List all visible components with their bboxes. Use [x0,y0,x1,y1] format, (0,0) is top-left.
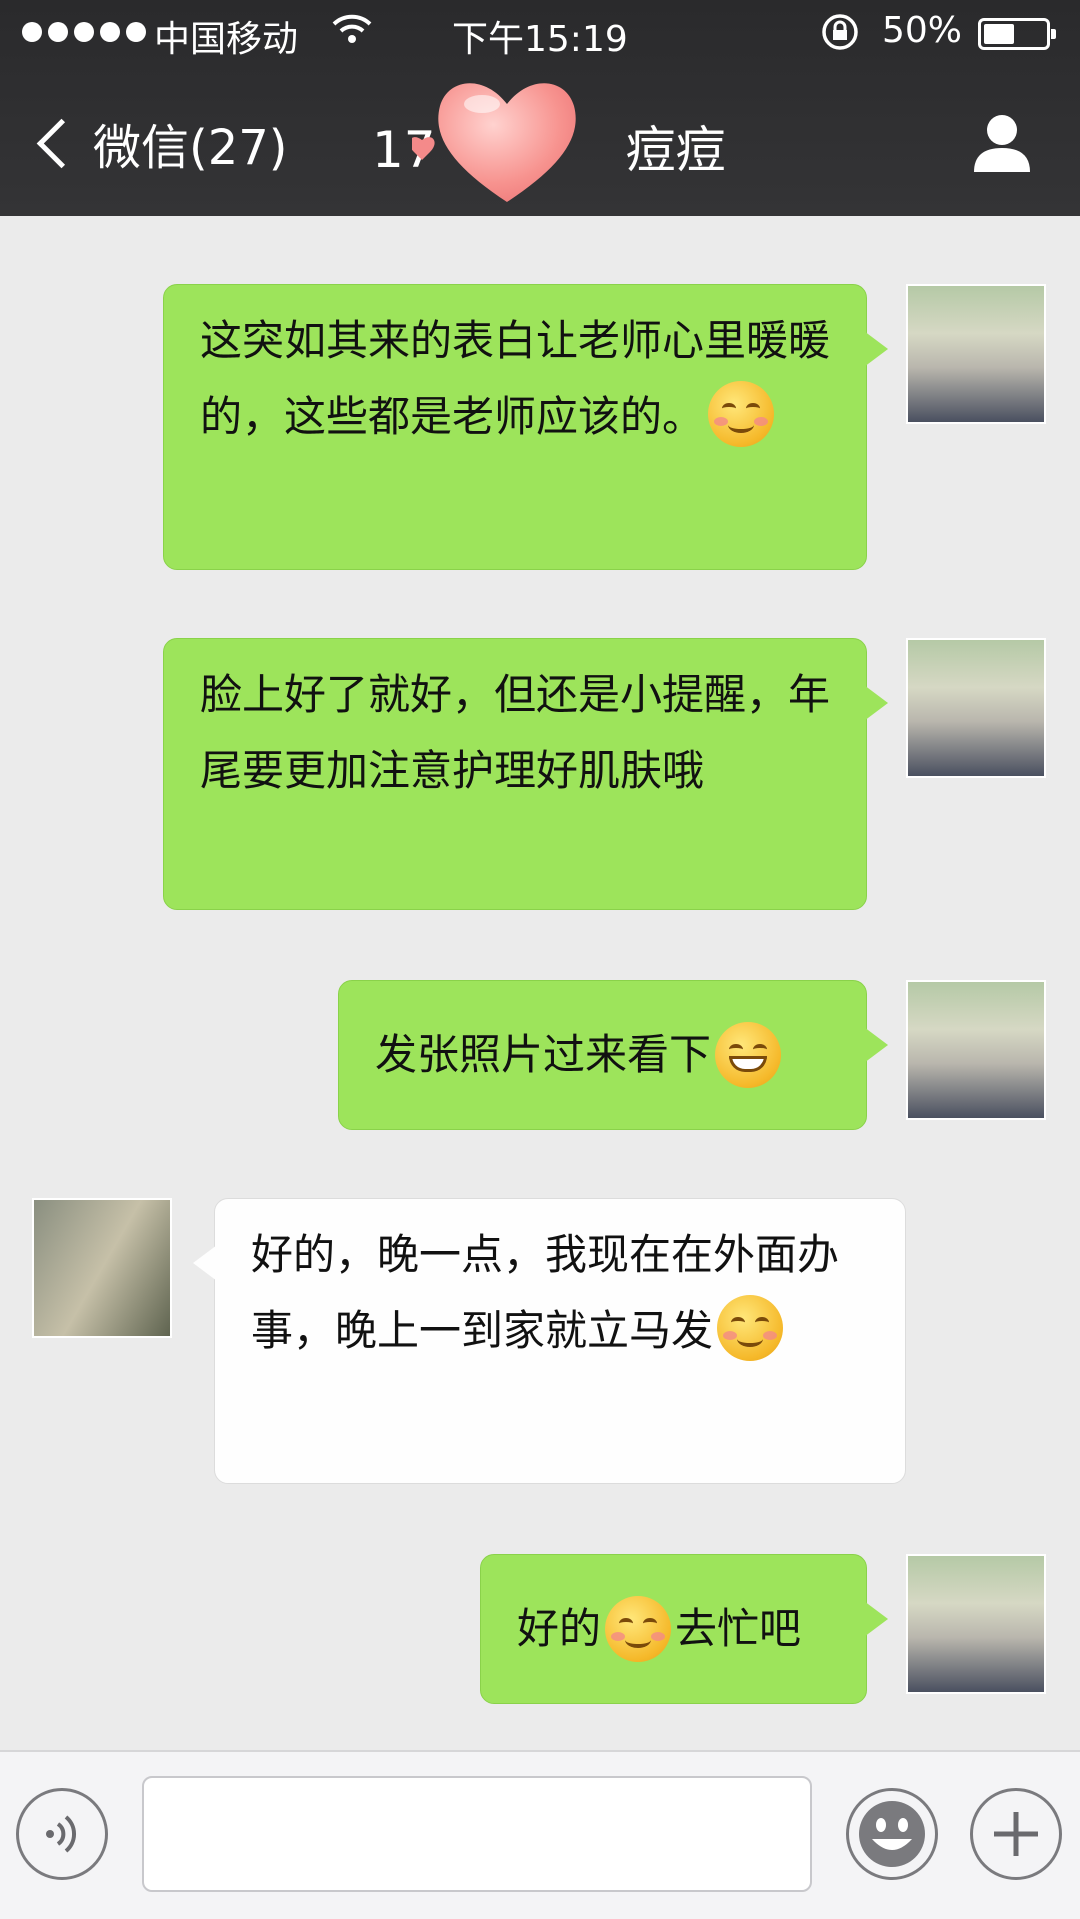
signal-strength-icon [22,22,146,42]
avatar-self[interactable] [906,284,1046,424]
input-bar [0,1750,1080,1919]
message-bubble-outgoing[interactable]: 发张照片过来看下 [338,980,888,1130]
emoji-button[interactable] [846,1788,938,1880]
emoji-face-icon [859,1801,925,1867]
smile-emoji-icon [717,1295,784,1361]
message-text: 脸上好了就好，但还是小提醒，年尾要更加注意护理好肌肤哦 [200,670,831,795]
heart-sticker-icon [412,83,576,202]
plus-icon [994,1812,1038,1856]
voice-icon [46,1815,77,1853]
back-button[interactable]: 微信(27) [30,108,288,178]
contact-profile-icon[interactable] [970,110,1034,174]
smile-emoji-icon [605,1596,672,1662]
more-button[interactable] [970,1788,1062,1880]
avatar-contact[interactable] [32,1198,172,1338]
chat-title-suffix: 痘痘 [625,121,726,179]
message-bubble-incoming[interactable]: 好的，晚一点，我现在在外面办事，晚上一到家就立马发 [193,1198,906,1484]
avatar-self[interactable] [906,638,1046,778]
battery-icon [978,18,1056,50]
voice-button[interactable] [16,1788,108,1880]
message-list[interactable]: 这突如其来的表白让老师心里暖暖的，这些都是老师应该的。 脸上好了就好，但还是小提… [0,216,1080,1750]
chevron-left-icon [36,118,87,168]
avatar-self[interactable] [906,980,1046,1120]
message-text-after: 去忙吧 [675,1604,802,1653]
message-input[interactable] [142,1776,812,1892]
smile-emoji-icon [708,381,775,447]
carrier-name: 中国移动 [154,19,299,60]
message-bubble-outgoing[interactable]: 脸上好了就好，但还是小提醒，年尾要更加注意护理好肌肤哦 [163,638,888,910]
clock: 下午15:19 [452,19,628,60]
rotation-lock-icon [820,12,860,61]
top-bar: 中国移动 下午15:19 50% 微信(27) 17 痘痘 [0,0,1080,216]
grin-emoji-icon [715,1022,782,1088]
message-bubble-outgoing[interactable]: 好的 去忙吧 [480,1554,888,1704]
message-text-before: 好的 [517,1604,602,1653]
message-bubble-outgoing[interactable]: 这突如其来的表白让老师心里暖暖的，这些都是老师应该的。 [163,284,888,570]
battery-percent: 50% [882,10,963,51]
wifi-icon [332,12,372,55]
message-text: 发张照片过来看下 [375,1030,712,1079]
back-label: 微信(27) [93,120,288,176]
avatar-self[interactable] [906,1554,1046,1694]
